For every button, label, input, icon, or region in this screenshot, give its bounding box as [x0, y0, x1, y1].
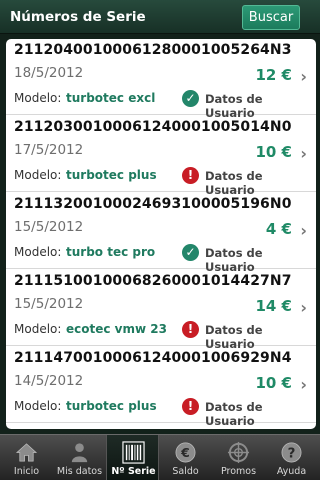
model-value: turbotec excl — [66, 91, 156, 105]
item-date: 18/5/2012 — [14, 65, 84, 81]
model-label: Modelo: — [14, 399, 62, 413]
item-date: 14/5/2012 — [14, 373, 84, 389]
tab-n-serie[interactable]: Nº Serie — [106, 435, 159, 480]
chevron-right-icon: › — [300, 298, 307, 317]
tab-label: Mis datos — [56, 466, 103, 477]
tab-label: Saldo — [172, 466, 199, 477]
model-label: Modelo: — [14, 168, 62, 182]
list-item[interactable]: 21114700100061240001006929N4 14/5/2012 1… — [6, 347, 316, 428]
item-date: 17/5/2012 — [14, 142, 84, 158]
list-item[interactable]: 21120300100061240001005014N0 17/5/2012 1… — [6, 116, 316, 197]
tab-label: Inicio — [13, 466, 40, 477]
chevron-right-icon: › — [300, 221, 307, 240]
model-value: turbo tec pro — [66, 245, 156, 259]
tab-label: Nº Serie — [111, 466, 156, 477]
chevron-right-icon: › — [300, 144, 307, 163]
check-circle-icon: ✓ — [182, 244, 199, 261]
item-price: 10 € — [255, 374, 292, 392]
model-value: turbotec plus — [66, 399, 157, 413]
serial-list[interactable]: 21120400100061280001005264N3 18/5/2012 1… — [6, 39, 316, 429]
tab-label: Promos — [220, 466, 257, 477]
item-price: 4 € — [265, 220, 292, 238]
page-title: Números de Serie — [10, 9, 146, 25]
chevron-right-icon: › — [300, 375, 307, 394]
model-value: ecotec vmw 23 — [66, 322, 167, 336]
tab-promos[interactable]: Promos — [212, 435, 265, 480]
tab-saldo[interactable]: € Saldo — [159, 435, 212, 480]
item-date: 15/5/2012 — [14, 219, 84, 235]
check-circle-icon: ✓ — [182, 90, 199, 107]
list-item[interactable]: 21115100100068260001014427N7 15/5/2012 1… — [6, 270, 316, 351]
item-date: 15/5/2012 — [14, 296, 84, 312]
tab-inicio[interactable]: Inicio — [0, 435, 53, 480]
list-item[interactable]: 21120400100061280001005264N3 18/5/2012 1… — [6, 39, 316, 120]
warning-circle-icon: ! — [182, 167, 199, 184]
model-label: Modelo: — [14, 322, 62, 336]
help-icon: ? — [281, 442, 302, 463]
target-icon — [227, 441, 250, 464]
item-price: 10 € — [255, 143, 292, 161]
model-label: Modelo: — [14, 91, 62, 105]
tab-mis-datos[interactable]: Mis datos — [53, 435, 106, 480]
item-price: 12 € — [255, 66, 292, 84]
model-value: turbotec plus — [66, 168, 157, 182]
svg-text:?: ? — [288, 446, 296, 461]
serial-number: 21120300100061240001005014N0 — [14, 119, 292, 135]
warning-circle-icon: ! — [182, 321, 199, 338]
serial-number: 21115100100068260001014427N7 — [14, 273, 292, 289]
barcode-icon — [122, 441, 145, 464]
user-icon — [71, 443, 88, 463]
warning-circle-icon: ! — [182, 398, 199, 415]
euro-icon: € — [175, 442, 196, 463]
serial-number: 21113200100024693100005196N0 — [14, 196, 292, 212]
status-text: Datos de Usuario — [205, 400, 263, 428]
serial-list-area[interactable]: 21120400100061280001005264N3 18/5/2012 1… — [0, 34, 320, 434]
chevron-right-icon: › — [300, 67, 307, 86]
model-label: Modelo: — [14, 245, 62, 259]
tab-ayuda[interactable]: ? Ayuda — [265, 435, 318, 480]
svg-text:€: € — [180, 445, 190, 460]
bottom-tab-bar: Inicio Mis datos Nº Serie € Saldo Promos… — [0, 434, 320, 480]
home-icon — [15, 443, 38, 462]
serial-number: 21120400100061280001005264N3 — [14, 42, 292, 58]
list-item[interactable]: 21113200100024693100005196N0 15/5/2012 4… — [6, 193, 316, 274]
tab-label: Ayuda — [276, 466, 307, 477]
item-price: 14 € — [255, 297, 292, 315]
top-bar: Números de Serie Buscar — [0, 0, 320, 34]
serial-number: 21114700100061240001006929N4 — [14, 350, 292, 366]
search-button[interactable]: Buscar — [242, 5, 300, 30]
